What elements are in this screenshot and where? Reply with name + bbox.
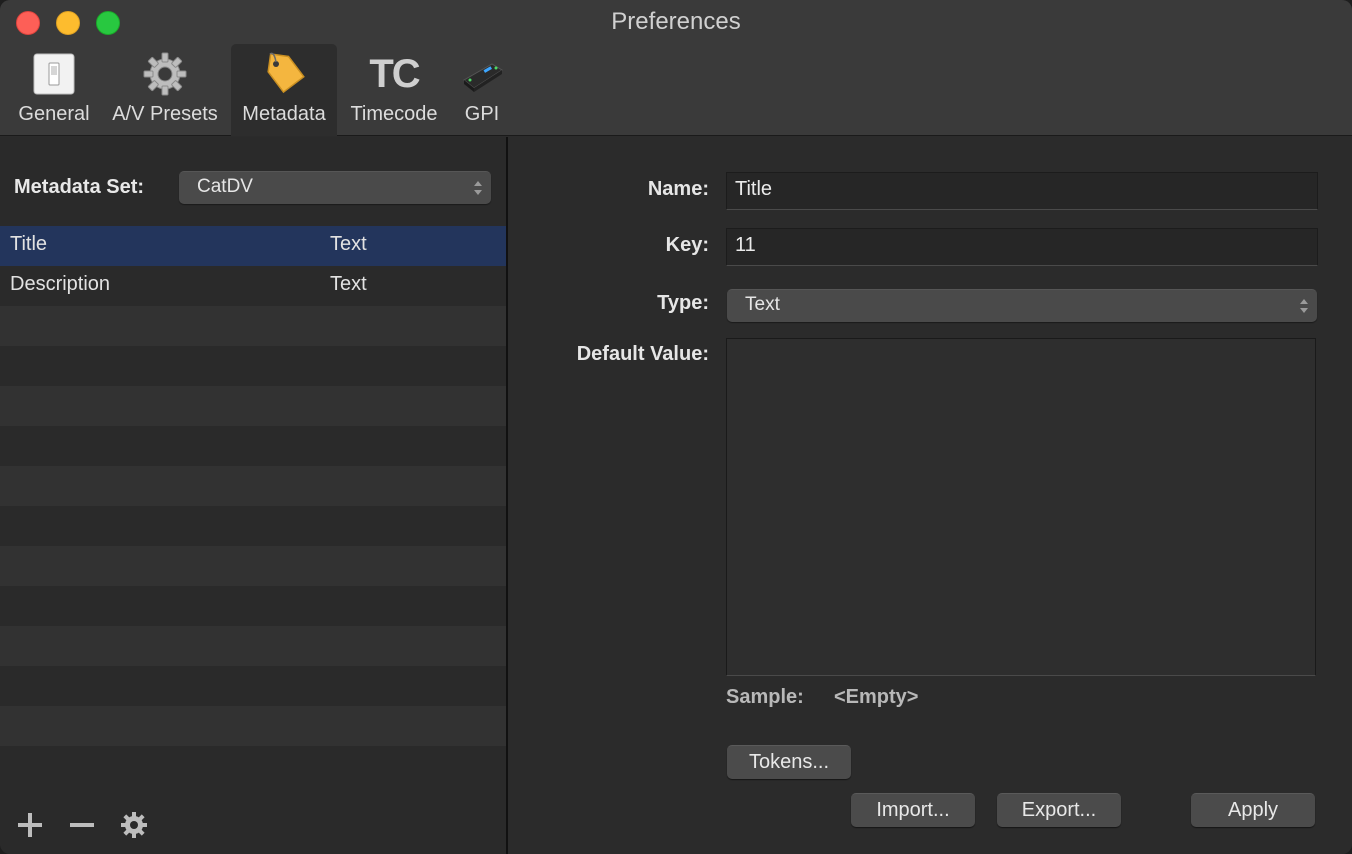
metadata-set-label: Metadata Set: <box>14 176 145 198</box>
toolbar-av-presets[interactable]: A/V Presets <box>104 44 226 136</box>
empty-row <box>0 466 506 506</box>
gear-icon <box>143 52 187 96</box>
empty-row <box>0 626 506 666</box>
metadata-set-value: CatDV <box>197 176 253 197</box>
empty-row <box>0 546 506 586</box>
preferences-window: Preferences General A/V Presets Metadata… <box>0 0 1352 854</box>
tokens-button[interactable]: Tokens... <box>727 745 851 779</box>
popup-arrows-icon <box>474 181 482 195</box>
metadata-set-popup[interactable]: CatDV <box>179 171 491 204</box>
empty-row <box>0 346 506 386</box>
toolbar-general-label: General <box>18 103 90 125</box>
toolbar-general[interactable]: General <box>10 44 98 136</box>
titlebar: Preferences General A/V Presets Metadata… <box>0 0 1352 136</box>
name-field-value: Title <box>735 178 773 200</box>
list-item[interactable]: Title Text <box>0 226 506 266</box>
field-name: Title <box>10 233 48 255</box>
empty-row <box>0 746 506 786</box>
field-type: Text <box>330 233 367 255</box>
sample-label: Sample: <box>726 686 804 708</box>
default-value-label: Default Value: <box>576 343 709 365</box>
gpi-device-icon <box>463 63 503 92</box>
metadata-fields-list[interactable]: Title Text Description Text <box>0 226 506 796</box>
empty-row <box>0 426 506 466</box>
toolbar-gpi-label: GPI <box>464 103 500 125</box>
type-label: Type: <box>657 292 709 314</box>
empty-row <box>0 706 506 746</box>
toolbar-timecode[interactable]: TC Timecode <box>343 44 445 136</box>
empty-row <box>0 306 506 346</box>
list-item[interactable]: Description Text <box>0 266 506 306</box>
window-title: Preferences <box>611 8 741 35</box>
name-field[interactable]: Title <box>726 172 1318 210</box>
type-popup-value: Text <box>745 294 780 315</box>
add-field-button[interactable] <box>15 810 45 840</box>
name-label: Name: <box>647 178 709 200</box>
export-button[interactable]: Export... <box>997 793 1121 827</box>
tc-icon: TC <box>369 52 420 96</box>
type-popup[interactable]: Text <box>727 289 1317 322</box>
field-name: Description <box>10 273 111 295</box>
sample-value: <Empty> <box>834 686 919 708</box>
key-field[interactable]: 11 <box>726 228 1318 266</box>
toolbar-timecode-label: Timecode <box>350 103 438 125</box>
empty-row <box>0 666 506 706</box>
empty-row <box>0 386 506 426</box>
toolbar-av-presets-label: A/V Presets <box>112 103 218 125</box>
remove-field-button[interactable] <box>67 810 97 840</box>
switch-icon <box>33 53 75 95</box>
key-label: Key: <box>665 234 709 256</box>
default-value-textarea[interactable] <box>726 338 1316 676</box>
tag-icon <box>267 52 305 94</box>
toolbar-metadata-label: Metadata <box>242 103 326 125</box>
empty-row <box>0 506 506 546</box>
apply-button[interactable]: Apply <box>1191 793 1315 827</box>
field-type: Text <box>330 273 367 295</box>
toolbar-gpi[interactable]: GPI <box>452 44 512 136</box>
popup-arrows-icon <box>1300 299 1308 313</box>
toolbar-metadata[interactable]: Metadata <box>231 44 337 136</box>
import-button[interactable]: Import... <box>851 793 975 827</box>
key-field-value: 11 <box>735 234 756 256</box>
empty-row <box>0 586 506 626</box>
gear-icon[interactable] <box>119 810 149 840</box>
